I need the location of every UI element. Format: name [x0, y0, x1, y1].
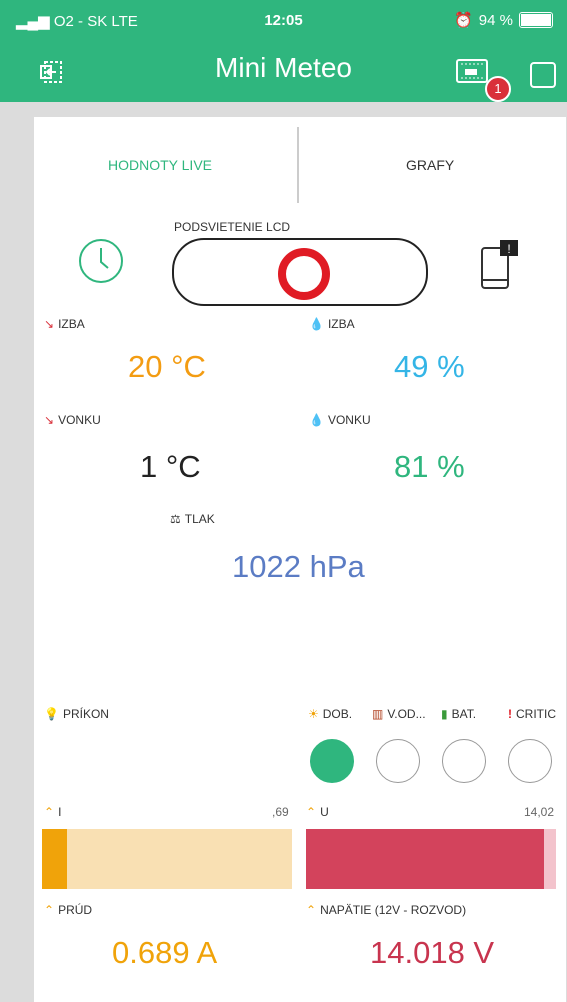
current-level-fill — [42, 829, 67, 889]
notification-badge: 1 — [485, 76, 511, 102]
clock-icon[interactable] — [78, 238, 124, 289]
indicator-bat-label: ▮ BAT. — [441, 707, 477, 721]
lcd-label: PODSVIETENIE LCD — [174, 220, 291, 234]
lcd-toggle-knob — [278, 248, 330, 300]
chart-icon: ⌃ — [44, 903, 55, 917]
current-level-bar — [42, 829, 292, 889]
vonku-hum-value: 81 % — [394, 449, 465, 484]
lightbulb-icon: 💡 — [44, 707, 59, 721]
droplet-icon: 💧 — [309, 413, 324, 427]
dashboard-card: HODNOTY LIVE GRAFY PODSVIETENIE LCD ! ↘ I… — [34, 117, 566, 1002]
exclamation-icon: ! — [508, 707, 512, 721]
izba-hum-value: 49 % — [394, 349, 465, 384]
chart-icon: ⌃ — [44, 805, 55, 819]
vonku-temp-value: 1 °C — [140, 449, 201, 484]
app-bar: Mini Meteo 1 — [0, 40, 567, 102]
scale-icon: ⚖ — [170, 512, 181, 526]
svg-text:!: ! — [507, 242, 510, 256]
napatie-label: ⌃ NAPÄTIE (12V - ROZVOD) — [306, 903, 467, 917]
izba-temp-value: 20 °C — [128, 349, 206, 384]
chart-icon: ⌃ — [306, 805, 317, 819]
lcd-toggle[interactable] — [172, 238, 428, 306]
tlak-value: 1022 hPa — [232, 549, 365, 584]
izba-temp-label: ↘ IZBA — [44, 317, 85, 331]
droplet-icon: 💧 — [309, 317, 324, 331]
indicator-vod-label: ▥ V.OD... — [372, 707, 426, 721]
battery-icon: ▮ — [441, 707, 448, 721]
indicator-dob-label: ☀ DOB. — [308, 707, 353, 721]
battery-icon — [519, 12, 553, 28]
voltage-bar-max: 14,02 — [524, 805, 555, 819]
current-bar-label: ⌃ I — [44, 805, 62, 819]
status-bar: ▂▄▆ O2 - SK LTE 12:05 ⏰ 94 % — [0, 0, 567, 40]
alarm-icon: ⏰ — [454, 12, 473, 29]
tab-grafy[interactable]: GRAFY — [406, 157, 454, 173]
factory-icon: ▥ — [372, 707, 384, 721]
phone-alert-icon[interactable]: ! — [480, 240, 520, 297]
led-vod — [376, 739, 420, 783]
prikon-label: 💡 PRÍKON — [44, 707, 109, 721]
led-dob — [310, 739, 354, 783]
thermometer-icon: ↘ — [44, 413, 55, 427]
sun-icon: ☀ — [308, 707, 319, 721]
voltage-bar-label: ⌃ U — [306, 805, 329, 819]
led-critic — [508, 739, 552, 783]
tab-hodnoty-live[interactable]: HODNOTY LIVE — [108, 157, 212, 173]
napatie-value: 14.018 V — [370, 935, 495, 970]
tlak-label: ⚖ TLAK — [170, 512, 215, 526]
led-bat — [442, 739, 486, 783]
vonku-hum-label: 💧 VONKU — [309, 413, 371, 427]
stop-icon[interactable] — [530, 62, 556, 88]
prud-value: 0.689 A — [112, 935, 218, 970]
chart-icon: ⌃ — [306, 903, 317, 917]
voltage-level-fill — [306, 829, 544, 889]
voltage-level-bar — [306, 829, 556, 889]
izba-hum-label: 💧 IZBA — [309, 317, 355, 331]
tab-divider — [297, 127, 299, 203]
indicator-critic-label: ! CRITIC — [508, 707, 556, 721]
current-bar-max: ,69 — [272, 805, 289, 819]
thermometer-icon: ↘ — [44, 317, 55, 331]
prud-label: ⌃ PRÚD — [44, 903, 93, 917]
battery-percent: 94 % — [478, 11, 513, 29]
vonku-temp-label: ↘ VONKU — [44, 413, 101, 427]
